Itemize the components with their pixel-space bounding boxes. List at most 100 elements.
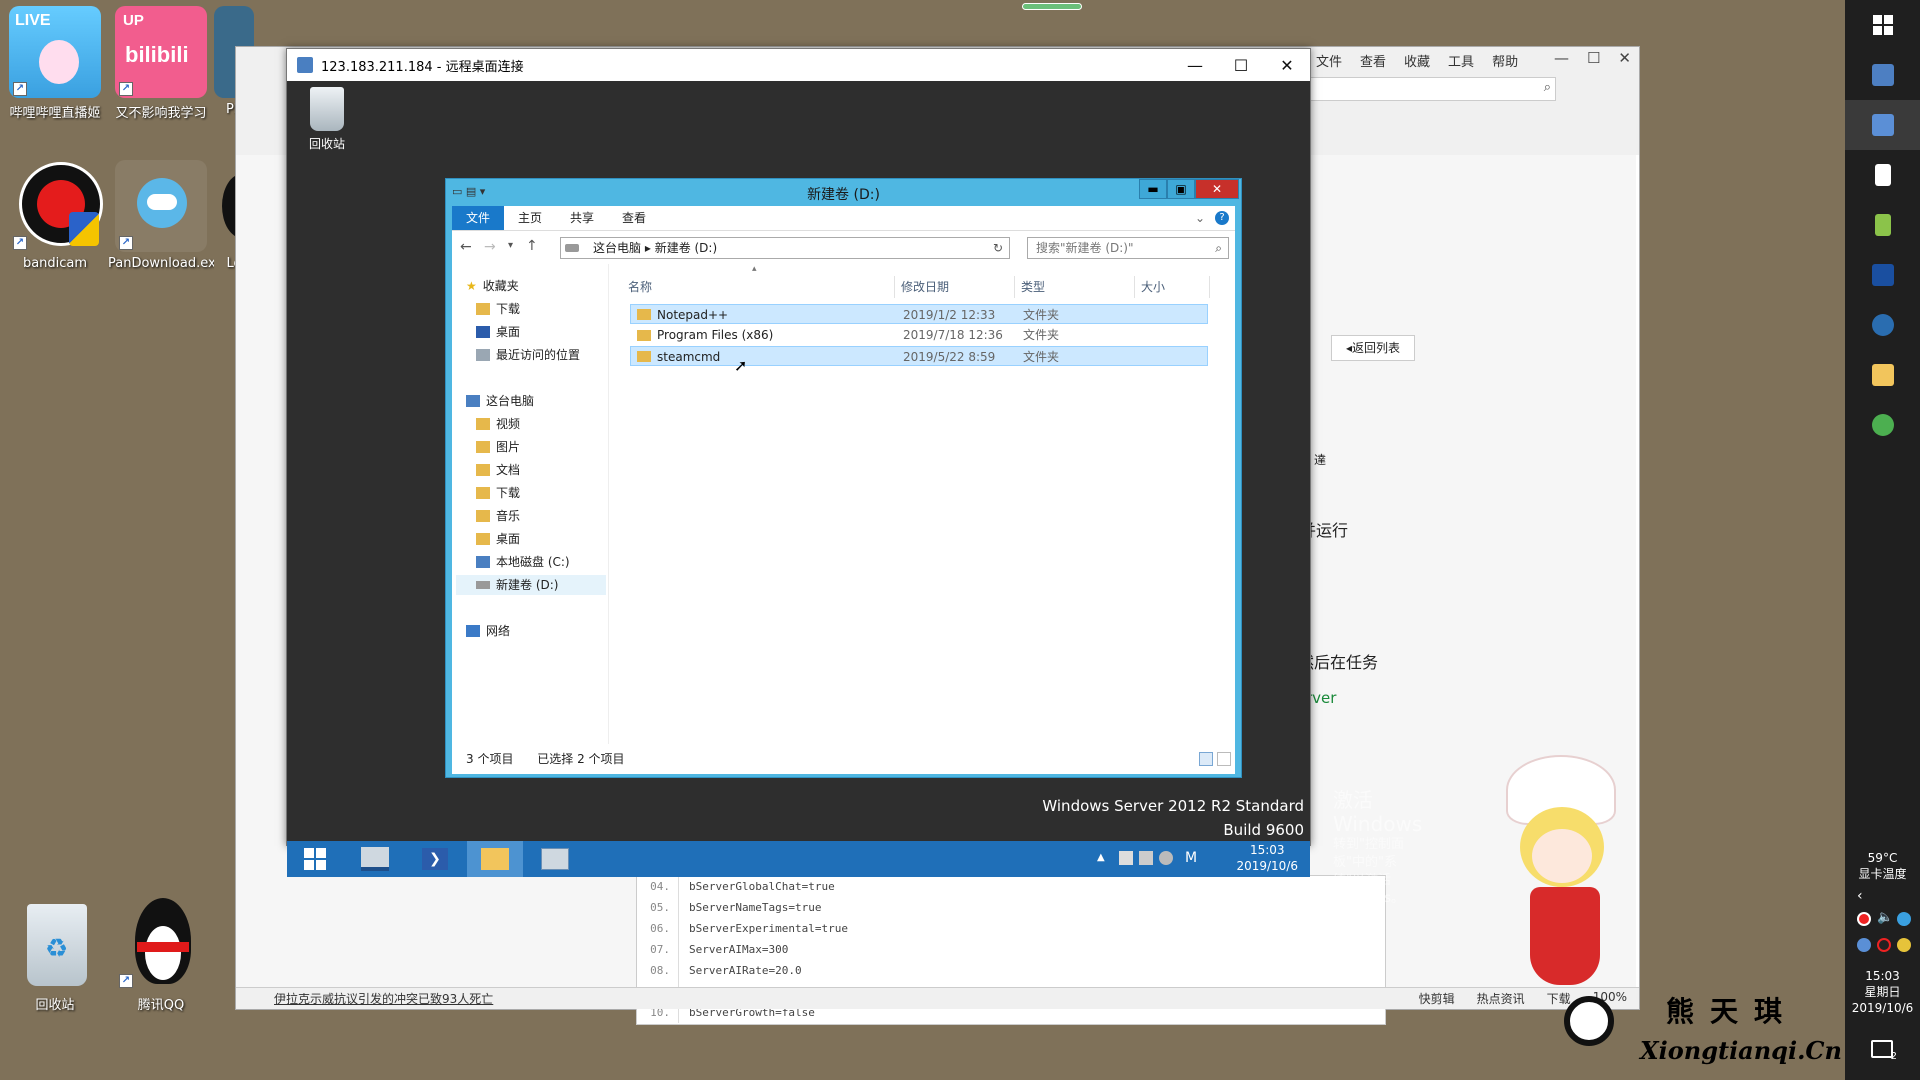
tab-share[interactable]: 共享 — [556, 206, 608, 230]
tab-file[interactable]: 文件 — [452, 206, 505, 230]
recent-locations-icon[interactable]: ▾ — [508, 240, 513, 251]
back-to-list-button[interactable]: ◂返回列表 — [1331, 335, 1415, 361]
close-icon[interactable]: ✕ — [1618, 49, 1631, 67]
tray-app-icon[interactable] — [1897, 912, 1911, 926]
search-icon[interactable]: ⌕ — [1215, 238, 1222, 258]
quick-edit-button[interactable]: 快剪辑 — [1419, 990, 1455, 1007]
rdp-title-bar[interactable]: 123.183.211.184 - 远程桌面连接 — ☐ ✕ — [287, 49, 1310, 81]
maximize-button[interactable]: ☐ — [1218, 49, 1264, 81]
taskbar-app[interactable] — [527, 841, 583, 877]
sidebar-item-pictures[interactable]: 图片 — [476, 437, 520, 457]
monitor-tray-icon[interactable] — [1139, 851, 1153, 865]
taskbar-explorer[interactable] — [467, 841, 523, 877]
desktop-icon-qq[interactable]: ↗ 腾讯QQ — [108, 898, 214, 1013]
tab-view[interactable]: 查看 — [608, 206, 660, 230]
column-header-date[interactable]: 修改日期 — [895, 276, 1015, 298]
refresh-icon[interactable]: ↻ — [993, 238, 1003, 258]
host-clock[interactable]: 15:03 星期日 2019/10/6 — [1845, 968, 1920, 1016]
sidebar-item-desktop-pc[interactable]: 桌面 — [476, 529, 520, 549]
remote-recycle-bin[interactable]: 回收站 — [297, 87, 357, 152]
sidebar-item-downloads-pc[interactable]: 下载 — [476, 483, 520, 503]
chevron-left-icon[interactable]: ‹ — [1857, 888, 1863, 904]
file-row[interactable]: Notepad++ 2019/1/2 12:33 文件夹 — [630, 304, 1208, 324]
details-view-icon[interactable] — [1199, 752, 1213, 766]
explorer-close-button[interactable]: ✕ — [1195, 179, 1239, 199]
sidebar-item-downloads[interactable]: 下载 — [476, 299, 520, 319]
maximize-icon[interactable]: ☐ — [1587, 49, 1600, 67]
menu-view[interactable]: 查看 — [1360, 51, 1386, 70]
breadcrumb-this-pc[interactable]: 这台电脑 — [593, 241, 641, 255]
desktop-icon-bilibili-live[interactable]: LIVE ↗ 哔哩哔哩直播姬 — [2, 6, 108, 121]
close-button[interactable]: ✕ — [1264, 49, 1310, 81]
sidebar-item-drive-d[interactable]: 新建卷 (D:) — [456, 575, 606, 595]
large-icons-view-icon[interactable] — [1217, 752, 1231, 766]
sidebar-item-recent[interactable]: 最近访问的位置 — [476, 345, 580, 365]
sidebar-item-videos[interactable]: 视频 — [476, 414, 520, 434]
explorer-minimize-button[interactable]: ▬ — [1139, 179, 1167, 199]
search-icon[interactable]: ⌕ — [1544, 80, 1551, 95]
sidebar-this-pc[interactable]: 这台电脑 — [466, 391, 534, 411]
browser-address-bar[interactable]: ⌕ — [1306, 77, 1556, 101]
desktop-icon-pandownload[interactable]: ↗ PanDownload.exe — [108, 160, 214, 271]
taskbar-file-explorer[interactable] — [1845, 350, 1920, 400]
search-input[interactable]: 搜索"新建卷 (D:)" ⌕ — [1027, 237, 1229, 259]
taskbar-calculator[interactable] — [1845, 150, 1920, 200]
sidebar-item-desktop[interactable]: 桌面 — [476, 322, 520, 342]
file-row[interactable]: steamcmd 2019/5/22 8:59 文件夹 — [630, 346, 1208, 366]
tray-app-icon[interactable] — [1897, 938, 1911, 952]
qq-tray-icon[interactable] — [1877, 938, 1891, 952]
desktop-icon-bilibili[interactable]: UP bilibili ↗ 又不影响我学习 — [108, 6, 214, 121]
volume-tray-icon[interactable] — [1159, 851, 1173, 865]
taskbar-app-1[interactable] — [1845, 50, 1920, 100]
minimize-icon[interactable]: — — [1554, 49, 1569, 67]
tray-expand-icon[interactable]: ▲ — [1097, 852, 1105, 863]
taskbar-app-r[interactable] — [1845, 250, 1920, 300]
desktop-icon-bandicam[interactable]: ↗ bandicam — [2, 160, 108, 271]
start-button[interactable] — [287, 841, 343, 877]
desktop-icon-recycle-bin[interactable]: ♻ 回收站 — [2, 898, 108, 1013]
column-header-size[interactable]: 大小 — [1135, 276, 1210, 298]
remote-desktop[interactable]: 回收站 ▭ ▤ ▾ 新建卷 (D:) ▬ ▣ ✕ 文件 主页 共享 查看 ⌄ ?… — [287, 81, 1422, 906]
start-button[interactable] — [1845, 0, 1920, 50]
taskbar-steam[interactable] — [1845, 300, 1920, 350]
sidebar-item-music[interactable]: 音乐 — [476, 506, 520, 526]
column-header-name[interactable]: 名称 — [622, 276, 895, 298]
sidebar-item-documents[interactable]: 文档 — [476, 460, 520, 480]
taskbar-server-manager[interactable] — [347, 841, 403, 877]
up-arrow-icon[interactable]: ↑ — [526, 238, 538, 254]
input-method-indicator[interactable]: M — [1185, 850, 1197, 866]
column-header-type[interactable]: 类型 — [1015, 276, 1135, 298]
minimize-button[interactable]: — — [1172, 49, 1218, 81]
explorer-title-bar[interactable]: ▭ ▤ ▾ 新建卷 (D:) ▬ ▣ ✕ — [446, 179, 1241, 206]
remote-clock[interactable]: 15:03 2019/10/6 — [1236, 842, 1298, 874]
menu-favorites[interactable]: 收藏 — [1404, 51, 1430, 70]
address-bar[interactable]: 这台电脑 ▸ 新建卷 (D:) ↻ — [560, 237, 1010, 259]
menu-tools[interactable]: 工具 — [1448, 51, 1474, 70]
tab-home[interactable]: 主页 — [504, 206, 556, 230]
back-arrow-icon[interactable]: ← — [460, 239, 472, 255]
menu-help[interactable]: 帮助 — [1492, 51, 1518, 70]
taskbar-remote-desktop[interactable] — [1845, 100, 1920, 150]
network-tray-icon[interactable] — [1119, 851, 1133, 865]
file-row[interactable]: Program Files (x86) 2019/7/18 12:36 文件夹 — [630, 325, 1208, 345]
download-button[interactable]: 下载 — [1547, 990, 1571, 1007]
chevron-down-icon[interactable]: ⌄ — [1195, 211, 1205, 225]
news-ticker-link[interactable]: 伊拉克示威抗议引发的冲突已致93人死亡 — [274, 990, 493, 1007]
explorer-maximize-button[interactable]: ▣ — [1167, 179, 1195, 199]
taskbar-notepad[interactable] — [1845, 200, 1920, 250]
volume-icon[interactable]: 🔈 — [1877, 910, 1893, 925]
steam-tray-icon[interactable] — [1857, 938, 1871, 952]
help-icon[interactable]: ? — [1215, 211, 1229, 225]
hot-news-button[interactable]: 热点资讯 — [1477, 990, 1525, 1007]
notification-center-button[interactable]: 2 — [1871, 1040, 1897, 1062]
taskbar-app-green[interactable] — [1845, 400, 1920, 450]
taskbar-powershell[interactable]: ❯ — [407, 841, 463, 877]
forward-arrow-icon[interactable]: → — [484, 239, 496, 255]
breadcrumb-drive-d[interactable]: 新建卷 (D:) — [655, 241, 717, 255]
sidebar-network[interactable]: 网络 — [466, 621, 510, 641]
record-tray-icon[interactable] — [1857, 912, 1871, 926]
remote-desktop-window[interactable]: 123.183.211.184 - 远程桌面连接 — ☐ ✕ 回收站 ▭ ▤ ▾… — [286, 48, 1422, 906]
sidebar-item-drive-c[interactable]: 本地磁盘 (C:) — [476, 552, 570, 572]
file-explorer-window[interactable]: ▭ ▤ ▾ 新建卷 (D:) ▬ ▣ ✕ 文件 主页 共享 查看 ⌄ ? ← →… — [445, 178, 1242, 778]
menu-file[interactable]: 文件 — [1316, 51, 1342, 70]
